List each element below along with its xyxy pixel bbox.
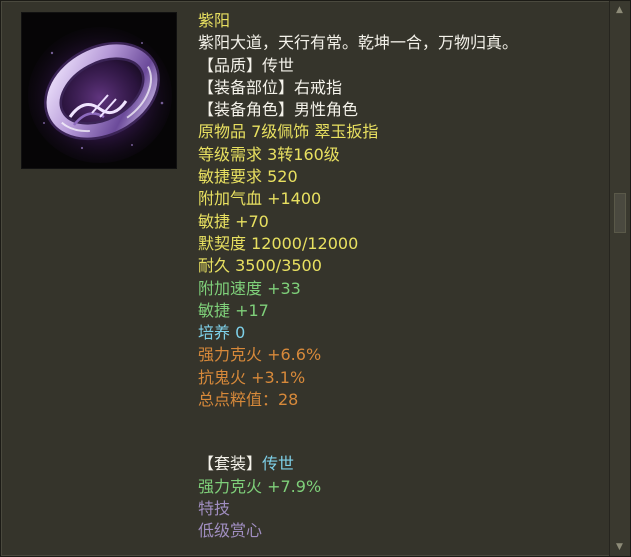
item-total-purity: 总点粹值：28 (198, 390, 299, 410)
set-skill-label: 特技 (198, 498, 231, 518)
item-agility: 敏捷 +70 (198, 211, 269, 231)
vertical-scrollbar[interactable]: ▲ ▼ (609, 1, 630, 556)
item-cultivate: 培养 0 (198, 323, 246, 343)
scroll-up-arrow-icon[interactable]: ▲ (612, 5, 627, 15)
item-role: 【装备角色】男性角色 (198, 100, 359, 120)
item-level-requirement: 等级需求 3转160级 (198, 144, 340, 164)
item-name: 紫阳 (198, 11, 231, 30)
item-resist-ghost-fire: 抗鬼火 +3.1% (198, 367, 306, 387)
item-origin: 原物品 7级佩饰 翠玉扳指 (198, 122, 379, 142)
item-agility-requirement: 敏捷要求 520 (198, 167, 298, 187)
set-bonus: 强力克火 +7.9% (198, 476, 322, 496)
item-slot: 【装备部位】右戒指 (198, 77, 343, 97)
scrollbar-thumb[interactable] (614, 193, 626, 233)
item-attribute-list: 紫阳 紫阳大道，天行有常。乾坤一合，万物归真。 【品质】传世 【装备部位】右戒指… (198, 10, 608, 543)
item-durability: 耐久 3500/3500 (198, 256, 322, 276)
item-speed-bonus: 附加速度 +33 (198, 278, 301, 298)
item-agility-bonus: 敏捷 +17 (198, 300, 269, 320)
scroll-down-arrow-icon[interactable]: ▼ (612, 542, 627, 552)
set-skill-name: 低级赏心 (198, 521, 263, 541)
item-description: 紫阳大道，天行有常。乾坤一合，万物归真。 (198, 33, 519, 53)
set-row: 【套装】传世 (198, 453, 608, 475)
item-hp-bonus: 附加气血 +1400 (198, 189, 322, 209)
item-tacit: 默契度 12000/12000 (198, 233, 359, 253)
set-label: 【套装】 (198, 454, 263, 474)
item-quality: 【品质】传世 (198, 55, 295, 75)
item-tooltip-panel: 紫阳 紫阳大道，天行有常。乾坤一合，万物归真。 【品质】传世 【装备部位】右戒指… (0, 0, 631, 557)
set-name: 传世 (262, 454, 295, 474)
item-icon-frame (21, 12, 177, 169)
purple-ring-icon (22, 13, 176, 168)
item-strong-vs-fire: 强力克火 +6.6% (198, 345, 322, 365)
